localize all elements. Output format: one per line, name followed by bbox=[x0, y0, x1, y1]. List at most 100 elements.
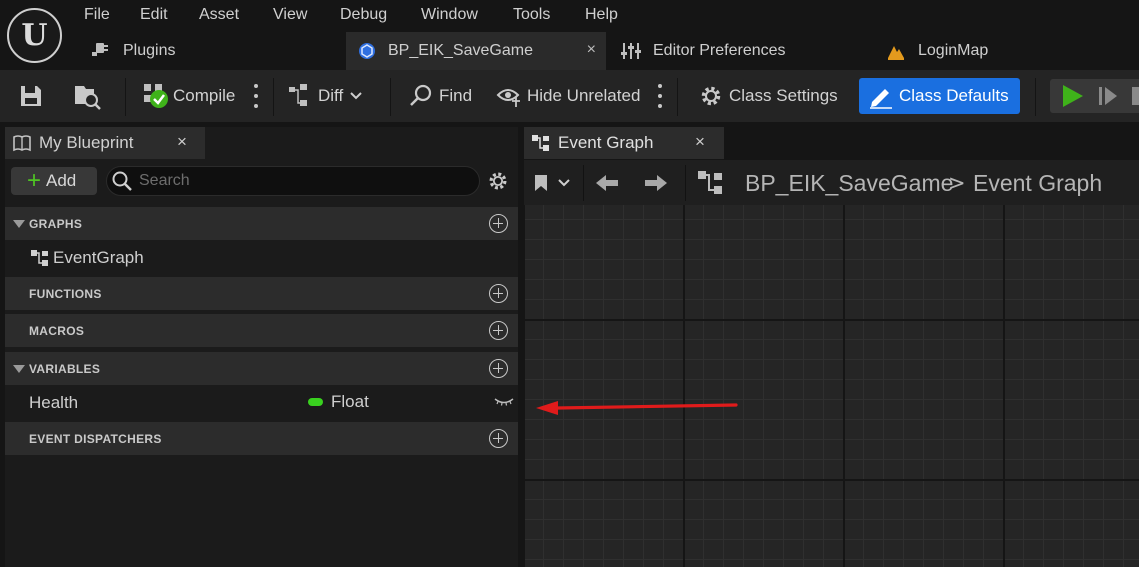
play-controls bbox=[1050, 79, 1139, 113]
toolbar-divider bbox=[677, 78, 678, 116]
toolbar-divider bbox=[273, 78, 274, 116]
settings-gear-icon[interactable] bbox=[487, 170, 509, 192]
toolbar-divider bbox=[125, 78, 126, 116]
menu-tools[interactable]: Tools bbox=[513, 6, 550, 26]
tab-bp-eik-savegame[interactable]: BP_EIK_SaveGame × bbox=[346, 32, 606, 70]
list-item-eventgraph[interactable]: EventGraph bbox=[5, 241, 518, 274]
tab-loginmap-label: LoginMap bbox=[918, 42, 989, 59]
compile-button[interactable]: Compile bbox=[142, 80, 244, 112]
close-icon[interactable]: × bbox=[177, 132, 187, 152]
unreal-logo-icon[interactable]: U bbox=[7, 8, 62, 63]
close-icon[interactable]: × bbox=[587, 41, 596, 59]
find-label: Find bbox=[439, 86, 473, 105]
diff-button[interactable]: Diff bbox=[288, 80, 368, 112]
tab-plugins-label: Plugins bbox=[123, 42, 176, 59]
plus-icon: + bbox=[27, 167, 42, 194]
add-event-dispatcher-icon[interactable] bbox=[489, 429, 508, 448]
plug-icon bbox=[92, 43, 108, 56]
divider bbox=[583, 165, 584, 201]
variable-row-health[interactable]: Health Float bbox=[5, 386, 518, 419]
breadcrumb-blueprint[interactable]: BP_EIK_SaveGame bbox=[745, 168, 953, 198]
section-event-dispatchers-label: EVENT DISPATCHERS bbox=[29, 431, 162, 446]
menu-window[interactable]: Window bbox=[421, 6, 478, 26]
triangle-down-icon bbox=[13, 219, 25, 228]
section-variables-label: VARIABLES bbox=[29, 361, 101, 376]
section-graphs-label: GRAPHS bbox=[29, 216, 83, 231]
eye-closed-icon[interactable] bbox=[493, 395, 515, 409]
back-arrow-icon[interactable] bbox=[594, 172, 620, 194]
blueprint-icon bbox=[359, 43, 375, 59]
menu-edit[interactable]: Edit bbox=[140, 6, 168, 26]
float-type-pill-icon bbox=[308, 398, 323, 406]
play-icon[interactable] bbox=[1058, 81, 1088, 111]
class-defaults-label: Class Defaults bbox=[899, 86, 1009, 105]
class-settings-button[interactable]: Class Settings bbox=[699, 80, 844, 112]
menu-asset[interactable]: Asset bbox=[199, 6, 239, 26]
section-functions-label: FUNCTIONS bbox=[29, 286, 102, 301]
add-variable-icon[interactable] bbox=[489, 359, 508, 378]
graph-breadcrumb-icon bbox=[698, 171, 722, 194]
tab-plugins[interactable]: Plugins bbox=[84, 32, 344, 70]
search-field[interactable] bbox=[106, 166, 480, 196]
class-defaults-button[interactable]: Class Defaults bbox=[859, 78, 1020, 114]
logo-glyph: U bbox=[21, 18, 48, 53]
tab-event-graph[interactable]: Event Graph × bbox=[524, 127, 724, 159]
section-variables[interactable]: VARIABLES bbox=[5, 352, 518, 385]
section-functions[interactable]: FUNCTIONS bbox=[5, 277, 518, 310]
menu-file[interactable]: File bbox=[84, 6, 110, 26]
variable-type: Float bbox=[331, 392, 369, 411]
section-graphs[interactable]: GRAPHS bbox=[5, 207, 518, 240]
section-event-dispatchers[interactable]: EVENT DISPATCHERS bbox=[5, 422, 518, 455]
diff-label: Diff bbox=[318, 86, 344, 105]
eventgraph-label: EventGraph bbox=[53, 247, 144, 267]
menu-view[interactable]: View bbox=[273, 6, 307, 26]
tab-my-blueprint[interactable]: My Blueprint × bbox=[5, 127, 205, 159]
save-icon bbox=[21, 86, 41, 106]
add-button[interactable]: + Add bbox=[11, 167, 97, 195]
hide-unrelated-icon bbox=[496, 89, 520, 107]
event-graph-canvas[interactable] bbox=[524, 205, 1139, 567]
level-icon bbox=[888, 46, 904, 60]
toolbar-divider bbox=[390, 78, 391, 116]
search-input[interactable] bbox=[139, 170, 469, 192]
tab-editor-preferences[interactable]: Editor Preferences bbox=[612, 32, 874, 70]
toolbar-divider bbox=[1035, 78, 1036, 116]
bookmark-dropdown-icon[interactable] bbox=[532, 172, 576, 194]
compile-label: Compile bbox=[173, 86, 236, 105]
browse-button[interactable] bbox=[72, 80, 104, 112]
section-macros[interactable]: MACROS bbox=[5, 314, 518, 347]
event-graph-icon bbox=[31, 249, 48, 266]
chevron-down-icon bbox=[350, 92, 362, 100]
menu-help[interactable]: Help bbox=[585, 6, 618, 26]
section-macros-label: MACROS bbox=[29, 323, 85, 338]
add-macro-icon[interactable] bbox=[489, 321, 508, 340]
save-button[interactable] bbox=[18, 80, 48, 112]
menu-debug[interactable]: Debug bbox=[340, 6, 387, 26]
sliders-icon bbox=[621, 43, 641, 59]
tab-bp-eik-savegame-label: BP_EIK_SaveGame bbox=[388, 42, 533, 59]
class-defaults-pencil-icon bbox=[870, 89, 892, 109]
book-icon bbox=[13, 135, 31, 152]
step-icon[interactable] bbox=[1096, 83, 1122, 109]
add-label: Add bbox=[46, 171, 77, 190]
hide-unrelated-button[interactable]: Hide Unrelated bbox=[496, 80, 644, 112]
my-blueprint-label: My Blueprint bbox=[39, 133, 134, 152]
close-icon[interactable]: × bbox=[695, 132, 705, 152]
add-function-icon[interactable] bbox=[489, 284, 508, 303]
search-icon bbox=[112, 171, 132, 191]
forward-arrow-icon[interactable] bbox=[643, 172, 669, 194]
annotation-arrow-icon bbox=[536, 401, 738, 415]
tab-loginmap[interactable]: LoginMap bbox=[880, 32, 1120, 70]
class-settings-label: Class Settings bbox=[729, 86, 838, 105]
add-graph-icon[interactable] bbox=[489, 214, 508, 233]
breadcrumb-graph[interactable]: Event Graph bbox=[973, 168, 1102, 198]
hide-unrelated-options-icon[interactable] bbox=[657, 84, 663, 108]
browse-folder-icon bbox=[75, 86, 101, 110]
breadcrumb-separator-icon: > bbox=[948, 171, 966, 195]
hide-unrelated-label: Hide Unrelated bbox=[527, 86, 641, 105]
stop-icon[interactable] bbox=[1132, 87, 1139, 105]
gear-icon bbox=[701, 86, 721, 106]
find-button[interactable]: Find bbox=[408, 80, 478, 112]
find-icon bbox=[410, 84, 432, 106]
compile-options-icon[interactable] bbox=[253, 84, 259, 108]
